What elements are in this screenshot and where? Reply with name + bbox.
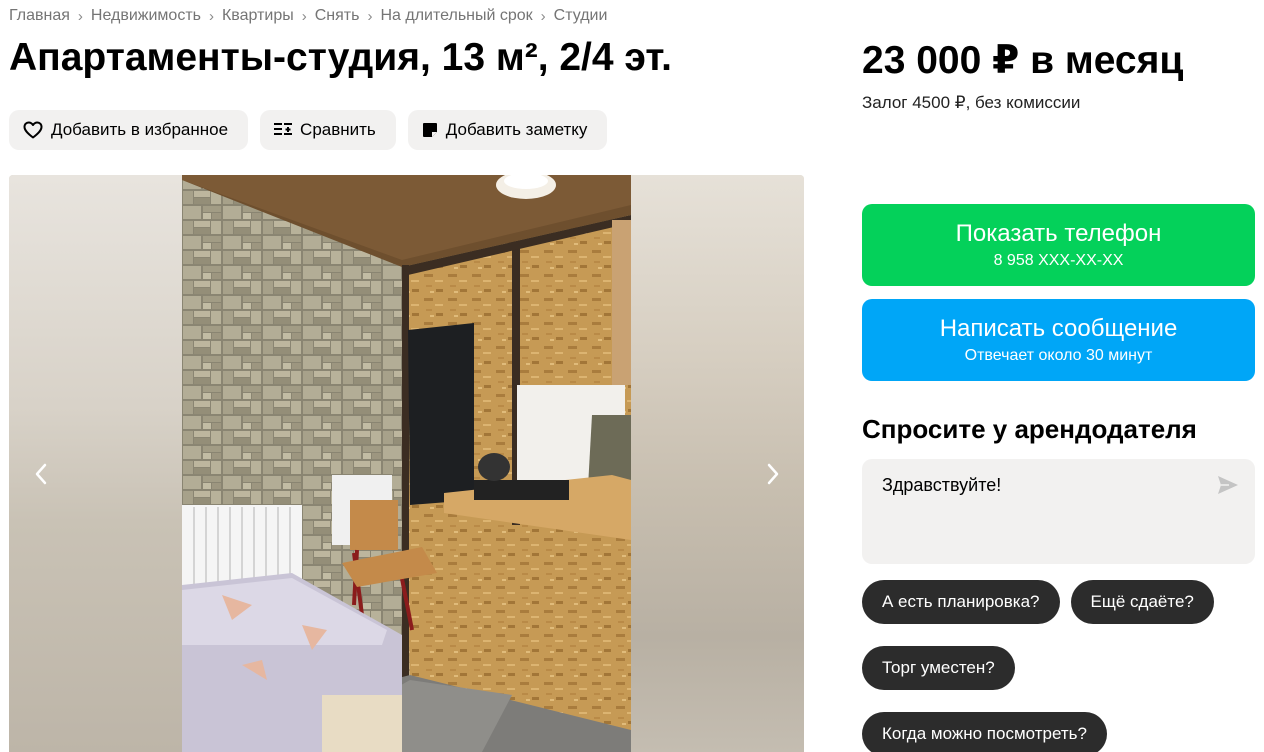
breadcrumb-apartments[interactable]: Квартиры	[222, 7, 294, 25]
gallery-next-button[interactable]	[763, 462, 783, 486]
breadcrumb-long-term[interactable]: На длительный срок	[380, 7, 532, 25]
breadcrumb-home[interactable]: Главная	[9, 7, 70, 25]
quick-question-chip[interactable]: Торг уместен?	[862, 646, 1015, 690]
write-message-button[interactable]: Написать сообщение Отвечает около 30 мин…	[862, 299, 1255, 381]
add-note-button[interactable]: Добавить заметку	[407, 110, 608, 150]
deposit-info: Залог 4500 ₽, без комиссии	[862, 93, 1081, 112]
response-time: Отвечает около 30 минут	[964, 347, 1153, 364]
send-icon[interactable]	[1217, 475, 1239, 500]
breadcrumb-realty[interactable]: Недвижимость	[91, 7, 201, 25]
gallery-prev-button[interactable]	[31, 462, 51, 486]
quick-question-chip[interactable]: А есть планировка?	[862, 580, 1060, 624]
page-title: Апартаменты-студия, 13 м², 2/4 эт.	[9, 36, 672, 79]
ask-landlord-title: Спросите у арендодателя	[862, 414, 1197, 444]
compare-label: Сравнить	[300, 120, 376, 139]
phone-number-masked: 8 958 XXX-XX-XX	[993, 252, 1124, 269]
add-to-favorites-label: Добавить в избранное	[51, 120, 229, 139]
heart-icon	[23, 121, 43, 139]
quick-question-chip[interactable]: Когда можно посмотреть?	[862, 712, 1107, 752]
chevron-left-icon	[35, 463, 47, 485]
breadcrumb: Главная › Недвижимость › Квартиры › Снят…	[9, 7, 607, 25]
breadcrumb-studios[interactable]: Студии	[554, 7, 608, 25]
quick-questions: А есть планировка? Ещё сдаёте? Торг умес…	[862, 580, 1262, 752]
chevron-right-icon: ›	[208, 7, 214, 25]
chevron-right-icon: ›	[301, 7, 307, 25]
chevron-right-icon: ›	[367, 7, 373, 25]
add-to-favorites-button[interactable]: Добавить в избранное	[9, 110, 249, 150]
show-phone-label: Показать телефон	[955, 220, 1162, 247]
quick-question-chip[interactable]: Ещё сдаёте?	[1070, 580, 1214, 624]
write-message-label: Написать сообщение	[939, 315, 1178, 342]
message-input[interactable]: Здравствуйте!	[862, 459, 1255, 564]
chevron-right-icon	[767, 463, 779, 485]
message-text[interactable]: Здравствуйте!	[882, 475, 1001, 496]
listing-photo[interactable]	[182, 175, 631, 752]
note-icon	[422, 122, 438, 138]
listing-price: 23 000 ₽ в месяц	[862, 39, 1184, 82]
chevron-right-icon: ›	[540, 7, 546, 25]
chevron-right-icon: ›	[77, 7, 83, 25]
breadcrumb-rent[interactable]: Снять	[315, 7, 360, 25]
photo-gallery[interactable]	[9, 175, 804, 752]
add-note-label: Добавить заметку	[445, 120, 588, 139]
studio-room-photo-icon	[182, 175, 631, 752]
show-phone-button[interactable]: Показать телефон 8 958 XXX-XX-XX	[862, 204, 1255, 286]
compare-button[interactable]: Сравнить	[260, 110, 396, 150]
listing-actions: Добавить в избранное Сравнить Добавить з…	[9, 110, 608, 150]
compare-icon	[274, 122, 293, 138]
